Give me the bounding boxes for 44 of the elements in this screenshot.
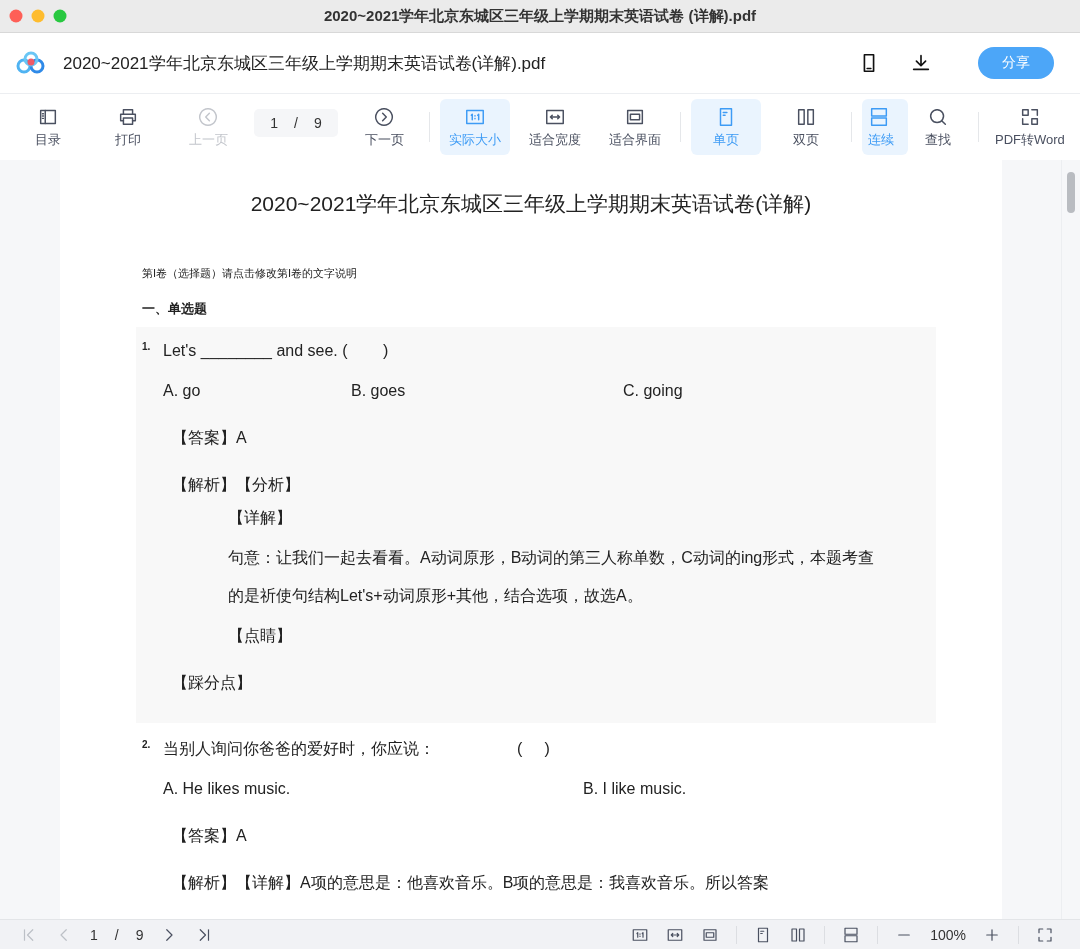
- left-chevron-circle-icon: [197, 105, 219, 128]
- fullscreen-icon[interactable]: [1036, 925, 1054, 944]
- double-page-icon[interactable]: [789, 925, 808, 944]
- page-indicator: 1: [90, 926, 98, 943]
- document-title: 2020~2021学年北京东城区三年级上学期期末英语试卷(详解): [249, 191, 813, 217]
- section-heading: 一、单选题: [142, 301, 208, 317]
- question-number: 2.: [142, 738, 152, 752]
- toolbar-button[interactable]: 双页: [771, 99, 841, 155]
- explanation-text: 【答案】A: [172, 428, 248, 448]
- close-icon[interactable]: [9, 9, 23, 23]
- explanation-text: 句意：让我们一起去看看。A动词原形，B动词的第三人称单数，C动词的ing形式，本题考查的是祈使句结构Let's+动词原形+其他，结合选项，故选A。: [228, 548, 876, 606]
- continuous-scroll-icon: [868, 105, 890, 128]
- continuous-scroll-icon[interactable]: [842, 925, 861, 944]
- question-number: 1.: [142, 340, 152, 354]
- toolbar-button[interactable]: PDF转Word: [989, 99, 1071, 155]
- logo-icon: [16, 51, 46, 75]
- zoom-level: 100%: [930, 926, 966, 943]
- toolbar-button[interactable]: 适合界面: [600, 99, 670, 155]
- window-title: 2020~2021学年北京东城区三年级上学期期末英语试卷 (详解).pdf: [323, 6, 757, 26]
- explanation-text: 【点睛】: [228, 626, 293, 646]
- answer-option: A. go: [163, 379, 351, 403]
- explanation-text: 【答案】A: [172, 826, 248, 846]
- question-text: Let's ________ and see. ( ): [163, 341, 389, 362]
- answer-option: B. I like music.: [583, 777, 936, 801]
- toolbar-button[interactable]: 适合宽度: [520, 99, 590, 155]
- toolbar-button[interactable]: 目录: [13, 99, 83, 155]
- right-chevron-circle-icon: [373, 105, 395, 128]
- page-indicator: 9: [135, 926, 144, 943]
- page-number-field[interactable]: 1 / 9: [254, 109, 338, 137]
- explanation-text: 【踩分点】: [172, 673, 253, 693]
- answer-option: B. goes: [351, 379, 623, 403]
- answer-bracket: ( ): [517, 739, 550, 759]
- page-indicator: /: [114, 926, 119, 943]
- question-text: 当别人询问你爸爸的爱好时，你应说：: [163, 739, 435, 759]
- explanation-text: 【解析】【详解】A项的意思是：他喜欢音乐。B项的意思是：我喜欢音乐。所以答案: [172, 873, 771, 893]
- explanation-text: 【解析】【分析】: [172, 475, 301, 495]
- scrollbar-thumb[interactable]: [1067, 172, 1075, 213]
- instructions-text: 第I卷（选择题）请点击修改第I卷的文字说明: [142, 266, 359, 281]
- answer-option: A. He likes music.: [163, 777, 583, 801]
- answer-option: C. going: [623, 379, 936, 403]
- toolbar-button[interactable]: 下一页: [349, 99, 419, 155]
- toolbar-button[interactable]: 打印: [93, 99, 163, 155]
- explanation-text: 【详解】: [228, 508, 293, 528]
- file-name: 2020~2021学年北京东城区三年级上学期期末英语试卷(详解).pdf: [63, 52, 546, 75]
